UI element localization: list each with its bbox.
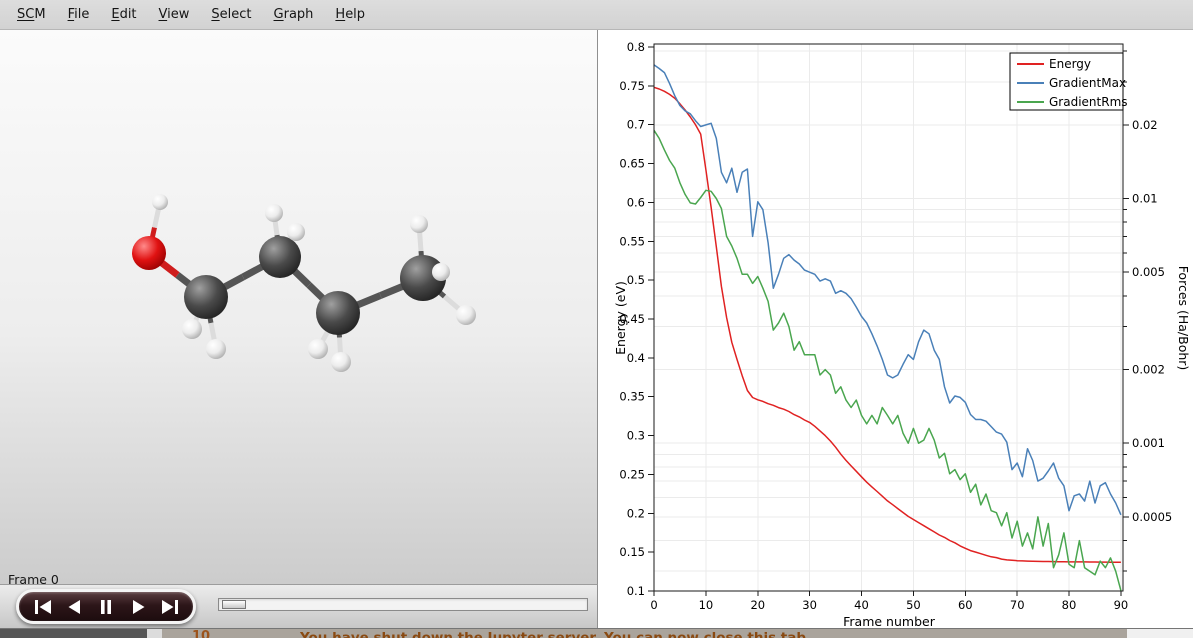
left-tick-label: 0.65 bbox=[619, 157, 645, 171]
atom-c[interactable] bbox=[259, 236, 301, 278]
skip-to-start-button[interactable] bbox=[31, 596, 55, 618]
right-tick-label: 0.002 bbox=[1132, 363, 1165, 377]
menu-item-graph[interactable]: Graph bbox=[263, 3, 325, 26]
frame-slider-thumb[interactable] bbox=[222, 600, 246, 609]
x-tick-label: 80 bbox=[1062, 598, 1077, 612]
series-gradientmax bbox=[654, 65, 1121, 515]
x-tick-label: 90 bbox=[1114, 598, 1129, 612]
skip-start-icon bbox=[32, 596, 54, 618]
right-tick-label: 0.02 bbox=[1132, 118, 1158, 132]
play-button[interactable] bbox=[126, 596, 150, 618]
right-tick-label: 0.001 bbox=[1132, 436, 1165, 450]
convergence-chart[interactable]: 0.80.750.70.650.60.550.50.450.40.350.30.… bbox=[599, 30, 1193, 628]
browser-strip-left-block bbox=[0, 629, 147, 638]
atom-h[interactable] bbox=[287, 223, 305, 241]
molecule-viewport[interactable]: Frame 0 Geometry 1, Energy: 0.02759 Ha bbox=[0, 30, 598, 584]
left-tick-label: 0.55 bbox=[619, 234, 645, 248]
atom-h[interactable] bbox=[152, 194, 168, 210]
left-tick-label: 0.15 bbox=[619, 545, 645, 559]
menu-item-file[interactable]: File bbox=[57, 3, 101, 26]
skip-to-end-button[interactable] bbox=[157, 596, 181, 618]
x-tick-label: 0 bbox=[650, 598, 657, 612]
x-tick-label: 40 bbox=[854, 598, 869, 612]
molecule-3d-view[interactable] bbox=[0, 30, 598, 583]
step-back-button[interactable] bbox=[62, 596, 86, 618]
jupyter-shutdown-message: You have shut down the Jupyter server. Y… bbox=[300, 630, 811, 638]
x-tick-label: 60 bbox=[958, 598, 973, 612]
left-tick-label: 0.35 bbox=[619, 390, 645, 404]
jupyter-cell-number: 10 bbox=[192, 629, 210, 638]
x-tick-label: 30 bbox=[802, 598, 817, 612]
series-energy bbox=[654, 87, 1121, 562]
atom-h[interactable] bbox=[432, 263, 450, 281]
atom-o[interactable] bbox=[132, 236, 166, 270]
left-tick-label: 0.5 bbox=[627, 273, 645, 287]
atom-c[interactable] bbox=[184, 275, 228, 319]
chart-svg[interactable]: 0.80.750.70.650.60.550.50.450.40.350.30.… bbox=[599, 30, 1193, 628]
menu-item-help[interactable]: Help bbox=[324, 3, 376, 26]
atom-h[interactable] bbox=[331, 352, 351, 372]
player-button-cluster bbox=[16, 589, 196, 624]
atom-c[interactable] bbox=[316, 291, 360, 335]
browser-strip-gap bbox=[147, 629, 162, 638]
atom-h[interactable] bbox=[182, 319, 202, 339]
left-tick-label: 0.7 bbox=[627, 118, 645, 132]
menu-item-scm[interactable]: SCM bbox=[6, 3, 57, 26]
right-tick-label: 0.005 bbox=[1132, 265, 1165, 279]
right-tick-label: 0.0005 bbox=[1132, 510, 1172, 524]
series-gradientrms bbox=[654, 130, 1121, 590]
left-tick-label: 0.1 bbox=[627, 584, 645, 598]
playback-controls-row bbox=[0, 584, 598, 628]
browser-strip-right-block bbox=[1127, 629, 1193, 638]
right-axis-title: Forces (Ha/Bohr) bbox=[1176, 266, 1191, 371]
left-tick-label: 0.2 bbox=[627, 506, 645, 520]
legend-label: GradientMax bbox=[1049, 76, 1126, 90]
step-back-icon bbox=[63, 596, 85, 618]
right-tick-label: 0.01 bbox=[1132, 192, 1158, 206]
atom-h[interactable] bbox=[308, 339, 328, 359]
atom-h[interactable] bbox=[265, 204, 283, 222]
atom-h[interactable] bbox=[410, 215, 428, 233]
pause-icon bbox=[95, 596, 117, 618]
left-tick-label: 0.8 bbox=[627, 40, 645, 54]
atom-h[interactable] bbox=[456, 305, 476, 325]
skip-end-icon bbox=[158, 596, 180, 618]
menu-item-select[interactable]: Select bbox=[200, 3, 262, 26]
plot-frame bbox=[654, 44, 1123, 591]
menu-bar: SCMFileEditViewSelectGraphHelp bbox=[0, 0, 1193, 30]
left-tick-label: 0.25 bbox=[619, 467, 645, 481]
left-tick-label: 0.3 bbox=[627, 429, 645, 443]
menu-item-view[interactable]: View bbox=[148, 3, 201, 26]
left-tick-label: 0.4 bbox=[627, 351, 645, 365]
play-icon bbox=[127, 596, 149, 618]
atom-h[interactable] bbox=[206, 339, 226, 359]
legend-label: Energy bbox=[1049, 57, 1091, 71]
background-browser-strip: 10 You have shut down the Jupyter server… bbox=[0, 628, 1193, 638]
x-tick-label: 50 bbox=[906, 598, 921, 612]
left-tick-label: 0.75 bbox=[619, 79, 645, 93]
x-tick-label: 70 bbox=[1010, 598, 1025, 612]
pause-button[interactable] bbox=[94, 596, 118, 618]
x-axis-title: Frame number bbox=[843, 614, 936, 628]
legend-label: GradientRms bbox=[1049, 95, 1128, 109]
x-tick-label: 10 bbox=[699, 598, 714, 612]
x-tick-label: 20 bbox=[750, 598, 765, 612]
left-tick-label: 0.6 bbox=[627, 196, 645, 210]
menu-item-edit[interactable]: Edit bbox=[100, 3, 147, 26]
frame-slider[interactable] bbox=[218, 598, 588, 611]
left-axis-title: Energy (eV) bbox=[613, 281, 628, 355]
